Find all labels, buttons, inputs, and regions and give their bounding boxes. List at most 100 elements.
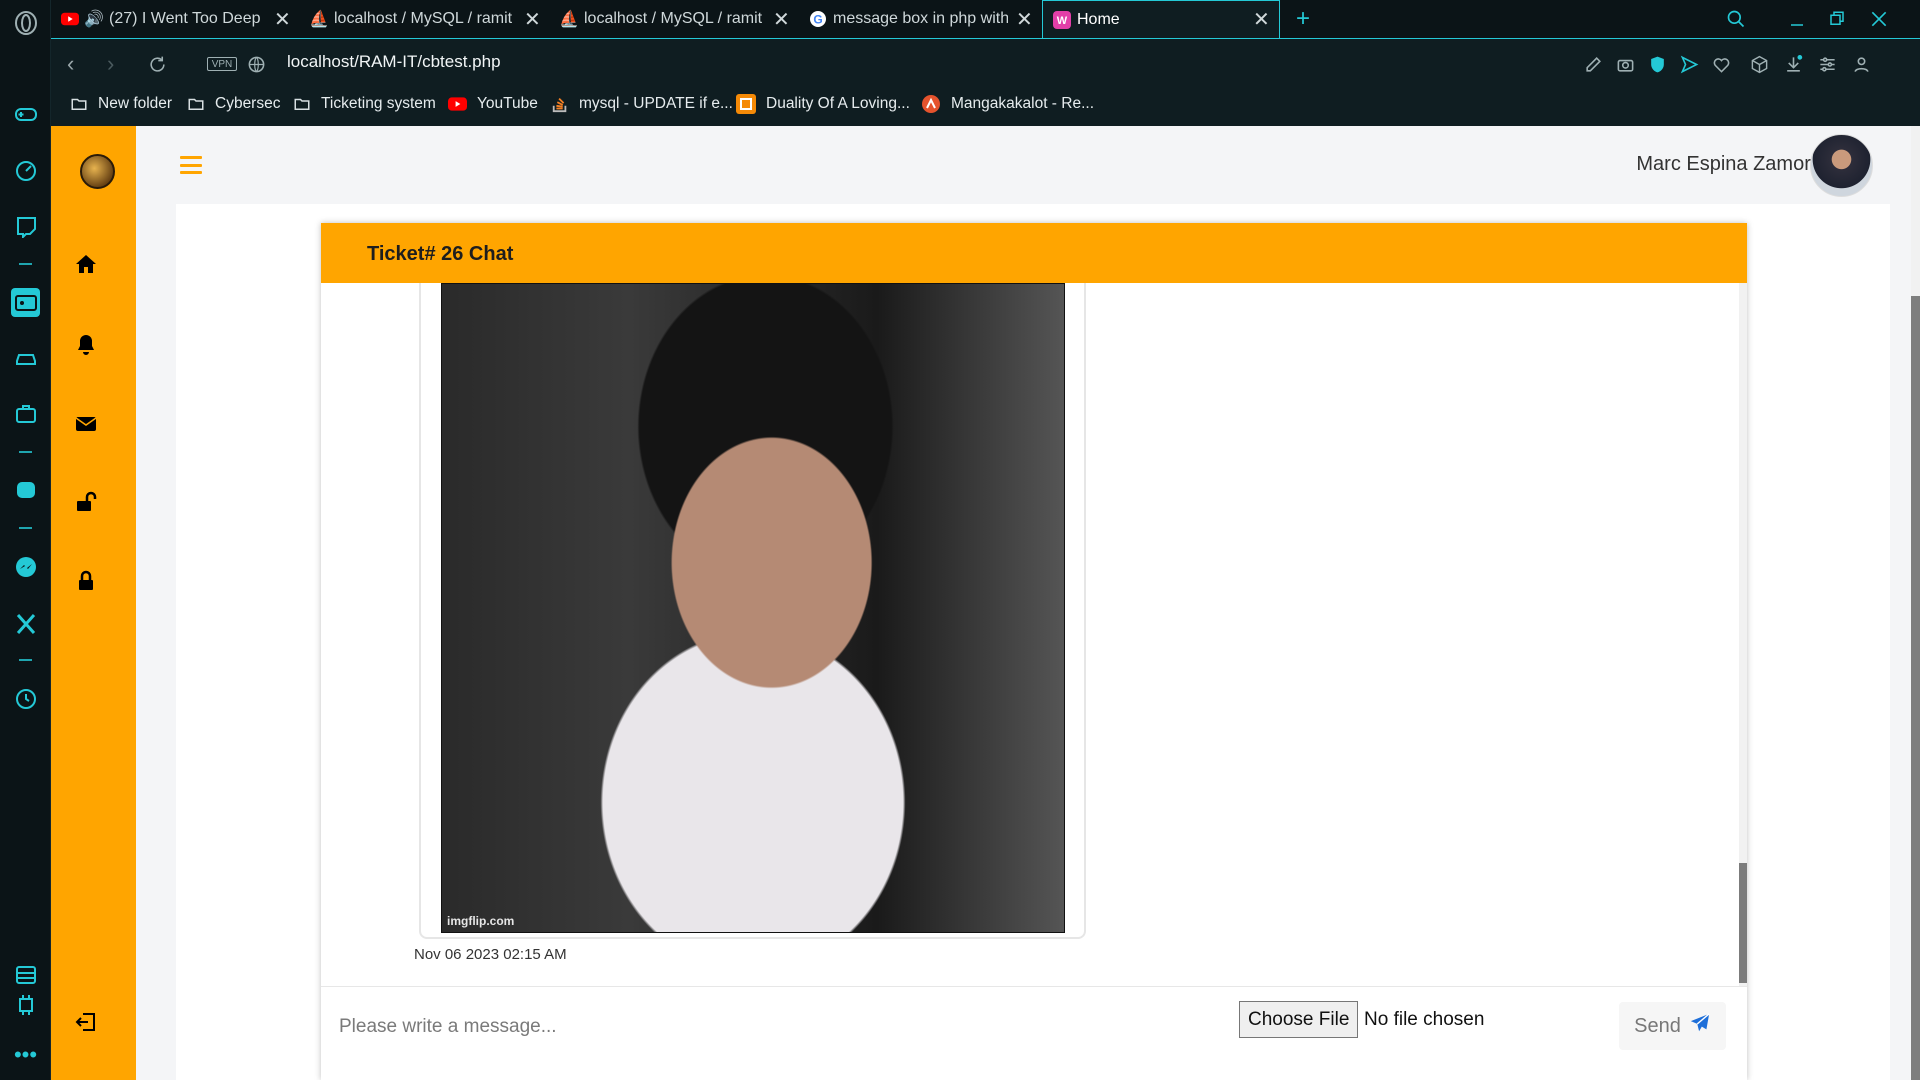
chat-messages[interactable]: imgflip.com Nov 06 2023 02:15 AM — [321, 283, 1747, 986]
speaker-icon[interactable]: 🔊 — [84, 10, 104, 28]
reload-icon[interactable] — [146, 53, 168, 75]
tab-youtube[interactable]: 🔊 (27) I Went Too Deep D ✕ — [51, 0, 300, 38]
twitch-icon[interactable] — [11, 211, 40, 240]
heart-icon[interactable] — [1710, 53, 1732, 75]
message-image[interactable]: imgflip.com — [441, 283, 1065, 933]
back-icon[interactable]: ‹ — [67, 51, 74, 77]
close-tab-icon[interactable]: ✕ — [524, 7, 541, 32]
close-tab-icon[interactable]: ✕ — [1016, 7, 1033, 32]
close-window-icon[interactable] — [1864, 0, 1894, 38]
chat-header: Ticket# 26 Chat — [321, 223, 1747, 283]
gx-control-icon[interactable] — [11, 288, 40, 317]
page-scrollbar[interactable] — [1911, 126, 1920, 1080]
rail-separator — [19, 659, 32, 661]
globe-icon[interactable] — [245, 53, 267, 75]
profile-icon[interactable] — [1850, 53, 1872, 75]
bookmark-new-folder[interactable]: New folder — [70, 88, 172, 120]
folder-icon — [187, 95, 205, 113]
messenger-icon[interactable] — [11, 552, 40, 581]
bookmark-duality[interactable]: Duality Of A Loving... — [736, 88, 910, 120]
bookmark-ticketing-system[interactable]: Ticketing system — [293, 88, 436, 120]
user-name[interactable]: Marc Espina Zamora — [1636, 153, 1822, 176]
bookmark-mangakakalot[interactable]: Mangakakalot - Re... — [921, 88, 1094, 120]
bookmark-label: mysql - UPDATE if e... — [579, 95, 733, 112]
folder-icon — [70, 95, 88, 113]
chat-scrollbar-thumb[interactable] — [1739, 863, 1747, 983]
camera-icon[interactable] — [1614, 53, 1636, 75]
restore-window-icon[interactable] — [1822, 0, 1852, 38]
minimize-icon[interactable] — [1782, 0, 1812, 38]
url-field[interactable]: localhost/RAM-IT/cbtest.php — [287, 52, 501, 72]
stackoverflow-icon — [551, 95, 569, 113]
tab-phpmyadmin-2[interactable]: ⛵ localhost / MySQL / ramit / ✕ — [550, 0, 799, 38]
rail-separator — [19, 527, 32, 529]
shield-icon[interactable] — [1646, 53, 1668, 75]
envelope-icon[interactable] — [71, 409, 101, 439]
bookmark-youtube[interactable]: YouTube — [448, 88, 538, 120]
rail-separator — [19, 451, 32, 453]
tab-title: message box in php with in — [833, 10, 1008, 27]
bookmark-cybersec[interactable]: Cybersec — [187, 88, 280, 120]
bookmark-label: Mangakakalot - Re... — [951, 95, 1095, 112]
avatar[interactable] — [1810, 134, 1873, 197]
x-twitter-icon[interactable] — [11, 609, 40, 638]
close-tab-icon[interactable]: ✕ — [1253, 7, 1270, 32]
svg-text:G: G — [813, 13, 822, 27]
close-tab-icon[interactable]: ✕ — [773, 7, 790, 32]
close-tab-icon[interactable]: ✕ — [274, 7, 291, 32]
ticket-chat-card: Ticket# 26 Chat imgflip.com Nov 06 2023 … — [321, 223, 1747, 1080]
tab-title: Home — [1077, 10, 1120, 28]
hamburger-menu-icon[interactable] — [180, 156, 202, 174]
bookmark-label: Ticketing system — [321, 95, 436, 112]
tab-bar: 🔊 (27) I Went Too Deep D ✕ ⛵ localhost /… — [51, 0, 1920, 38]
tab-home-active[interactable]: W Home ✕ — [1042, 0, 1280, 38]
briefcase-icon[interactable] — [11, 399, 40, 428]
opera-gx-sidebar: ••• — [0, 0, 51, 1080]
google-icon: G — [809, 10, 827, 28]
image-watermark: imgflip.com — [447, 914, 515, 928]
home-icon[interactable] — [71, 249, 101, 279]
speedometer-icon[interactable] — [11, 155, 40, 184]
forward-icon[interactable]: › — [107, 51, 114, 77]
app-logo[interactable] — [80, 154, 115, 189]
paper-plane-icon — [1689, 1012, 1711, 1040]
car-icon[interactable] — [11, 343, 40, 372]
lock-icon[interactable] — [71, 566, 101, 596]
phpmyadmin-icon: ⛵ — [559, 11, 579, 28]
ram-limiter-icon[interactable] — [11, 960, 40, 989]
settings-sliders-icon[interactable] — [1816, 53, 1838, 75]
chat-scrollbar[interactable] — [1739, 283, 1747, 986]
message-bubble: imgflip.com — [419, 283, 1086, 939]
gx-corner-icon[interactable] — [11, 476, 40, 505]
logout-icon[interactable] — [71, 1007, 101, 1037]
tab-title: localhost / MySQL / ramit / — [584, 10, 765, 27]
more-options-icon[interactable]: ••• — [11, 1040, 40, 1069]
manga-icon — [921, 94, 941, 114]
download-icon[interactable] — [1782, 53, 1804, 75]
send-flow-icon[interactable] — [1678, 53, 1700, 75]
tab-google-search[interactable]: G message box in php with in ✕ — [799, 0, 1042, 38]
vpn-badge[interactable]: VPN — [207, 57, 237, 71]
address-bar: ‹ › VPN localhost/RAM-IT/cbtest.php — [51, 38, 1920, 88]
send-button[interactable]: Send — [1619, 1002, 1726, 1050]
cube-icon[interactable] — [1748, 53, 1770, 75]
message-timestamp: Nov 06 2023 02:15 AM — [414, 946, 567, 963]
edit-icon[interactable] — [1582, 53, 1604, 75]
page-scrollbar-thumb[interactable] — [1911, 296, 1920, 1080]
app-sidebar — [51, 126, 136, 1080]
message-input[interactable] — [339, 1009, 1219, 1045]
gamepad-icon[interactable] — [11, 99, 40, 128]
cpu-limiter-icon[interactable] — [11, 990, 40, 1019]
history-clock-icon[interactable] — [11, 684, 40, 713]
bookmark-mysql-update[interactable]: mysql - UPDATE if e... — [551, 88, 733, 120]
tab-phpmyadmin-1[interactable]: ⛵ localhost / MySQL / ramit / ✕ — [300, 0, 550, 38]
send-button-label: Send — [1634, 1014, 1681, 1037]
svg-text:W: W — [1057, 15, 1068, 27]
unlock-icon[interactable] — [71, 487, 101, 517]
new-tab-icon[interactable]: + — [1288, 0, 1318, 38]
bell-icon[interactable] — [71, 330, 101, 360]
search-tabs-icon[interactable] — [1721, 0, 1751, 38]
phpmyadmin-icon: ⛵ — [309, 11, 329, 28]
choose-file-button[interactable]: Choose File — [1239, 1001, 1359, 1038]
opera-logo-icon[interactable] — [11, 8, 40, 37]
